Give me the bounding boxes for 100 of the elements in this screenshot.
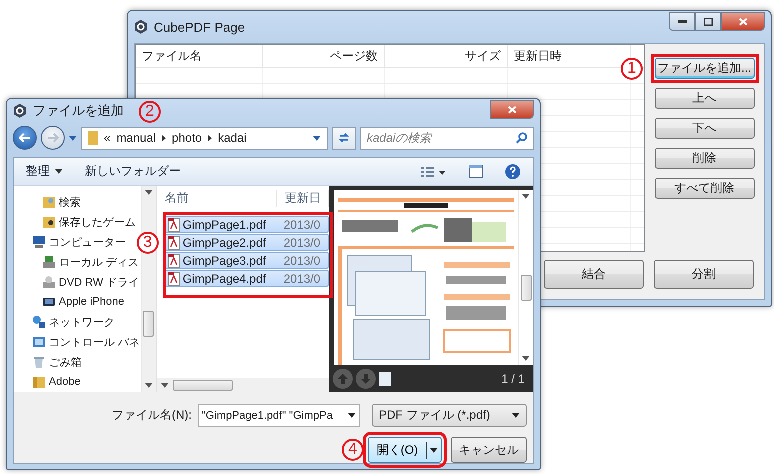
path-segment[interactable]: kadai	[218, 131, 247, 145]
pdf-file-icon	[168, 218, 180, 232]
column-header[interactable]: 名前	[156, 190, 277, 206]
nav-item[interactable]: コントロール パネ	[14, 332, 141, 352]
file-type-select[interactable]: PDF ファイル (*.pdf)	[372, 404, 527, 427]
step-marker: 4	[342, 439, 364, 461]
side-button[interactable]: すべて削除	[654, 178, 754, 199]
forward-button[interactable]	[41, 126, 65, 150]
nav-item[interactable]: ローカル ディス	[14, 252, 141, 272]
action-button[interactable]: 結合	[544, 260, 644, 289]
forward-arrow-icon	[47, 133, 59, 143]
nav-item[interactable]: ごみ箱	[14, 352, 141, 372]
file-name-label: ファイル名(N):	[112, 407, 192, 424]
pdf-file-icon	[168, 254, 180, 268]
caret-icon	[348, 413, 356, 418]
pdf-file-icon	[168, 272, 180, 286]
file-date: 2013/0	[284, 236, 322, 250]
phone-icon	[42, 295, 56, 309]
caret-icon	[430, 448, 438, 452]
scrollbar[interactable]	[518, 190, 533, 365]
nav-item[interactable]: DVD RW ドライ	[14, 272, 141, 292]
file-row[interactable]: GimpPage4.pdf 2013/0	[164, 270, 329, 287]
page-counter: 1 / 1	[502, 372, 525, 386]
disk-icon	[42, 255, 56, 269]
nav-label: コントロール パネ	[49, 336, 140, 350]
pdf-file-icon	[168, 236, 180, 250]
dvd-drive-icon	[42, 275, 56, 289]
caret-icon	[313, 136, 321, 140]
file-name: GimpPage2.pdf	[182, 236, 266, 250]
close-icon	[508, 106, 516, 114]
new-folder-button[interactable]: 新しいフォルダー	[85, 163, 181, 180]
caret-icon	[522, 356, 530, 361]
side-button[interactable]: 上へ	[654, 88, 754, 109]
folder-icon	[42, 215, 56, 229]
action-button[interactable]: 分割	[654, 260, 754, 289]
caret-icon	[512, 413, 520, 418]
search-folder-icon	[42, 195, 56, 209]
nav-label: ローカル ディス	[59, 256, 140, 270]
file-name: GimpPage1.pdf	[182, 218, 266, 232]
file-name: GimpPage4.pdf	[182, 272, 266, 286]
scrollbar[interactable]	[140, 186, 156, 392]
path-segment[interactable]: manual	[116, 131, 156, 145]
view-list-icon[interactable]	[421, 166, 447, 178]
column-header[interactable]: サイズ	[385, 45, 508, 67]
nav-item[interactable]: Apple iPhone	[14, 292, 141, 312]
window-title: CubePDF Page	[154, 20, 246, 34]
file-name-field[interactable]: "GimpPage1.pdf" "GimpPa	[198, 404, 360, 427]
refresh-icon	[338, 132, 350, 144]
column-header[interactable]: ファイル名	[136, 45, 263, 67]
network-icon	[32, 315, 46, 329]
file-row[interactable]: GimpPage1.pdf 2013/0	[164, 216, 329, 233]
preview-pane-icon[interactable]	[469, 165, 483, 178]
side-button[interactable]: ファイルを追加...	[654, 58, 754, 79]
close-button[interactable]	[721, 12, 765, 31]
step-marker: 2	[139, 101, 161, 123]
chevron-icon	[162, 134, 166, 142]
close-button[interactable]	[490, 100, 534, 119]
caret-icon	[144, 190, 153, 195]
back-button[interactable]	[13, 126, 37, 150]
search-icon	[516, 132, 528, 144]
nav-item[interactable]: 検索	[14, 192, 141, 212]
trash-icon	[32, 355, 46, 369]
computer-icon	[32, 235, 46, 249]
app-icon	[134, 20, 148, 34]
chevron-icon	[208, 134, 212, 142]
nav-label: ごみ箱	[49, 356, 82, 370]
nav-item[interactable]: ネットワーク	[14, 312, 141, 332]
file-date: 2013/0	[284, 254, 322, 268]
address-bar[interactable]: « manual photo kadai	[81, 126, 328, 150]
file-date: 2013/0	[284, 218, 322, 232]
folder-icon	[88, 131, 98, 145]
side-button[interactable]: 下へ	[654, 118, 754, 139]
file-row[interactable]: GimpPage3.pdf 2013/0	[164, 252, 329, 269]
file-row[interactable]: GimpPage2.pdf 2013/0	[164, 234, 329, 251]
scroll-thumb[interactable]	[172, 380, 233, 390]
search-field[interactable]: kadaiの検索	[360, 126, 534, 150]
scroll-thumb[interactable]	[520, 274, 532, 300]
path-overflow[interactable]: «	[104, 131, 111, 145]
nav-label: 保存したゲーム	[59, 216, 136, 230]
down-arrow-icon	[361, 374, 371, 384]
page-view-button[interactable]	[379, 372, 391, 386]
maximize-button[interactable]	[695, 12, 721, 31]
control-panel-icon	[32, 335, 46, 349]
scroll-thumb[interactable]	[143, 311, 154, 337]
nav-item[interactable]: 保存したゲーム	[14, 212, 141, 232]
path-segment[interactable]: photo	[172, 131, 202, 145]
nav-item[interactable]: Adobe	[14, 372, 141, 392]
cancel-button[interactable]: キャンセル	[451, 437, 527, 463]
nav-label: コンピューター	[49, 236, 126, 250]
help-icon[interactable]	[505, 164, 521, 180]
dialog-title: ファイルを追加	[33, 102, 124, 120]
file-name: GimpPage3.pdf	[182, 254, 266, 268]
column-header[interactable]: ページ数	[263, 45, 385, 67]
horizontal-scrollbar[interactable]	[156, 378, 329, 392]
minimize-button[interactable]	[669, 12, 695, 31]
organize-menu[interactable]: 整理	[26, 163, 63, 180]
side-button[interactable]: 削除	[654, 148, 754, 169]
refresh-button[interactable]	[332, 126, 356, 150]
minimize-icon	[678, 20, 686, 23]
nav-label: 検索	[59, 196, 81, 210]
